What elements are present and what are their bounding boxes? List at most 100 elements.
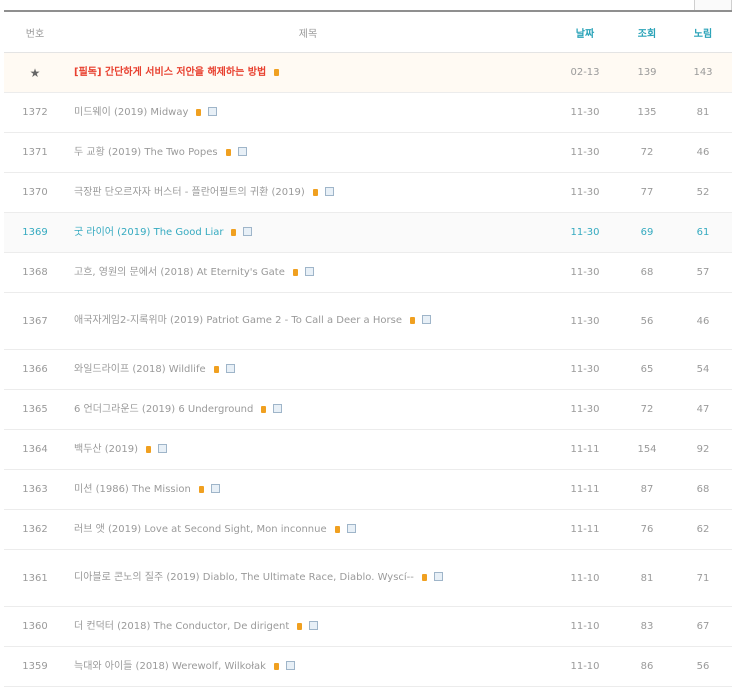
post-date: 11-10 (550, 646, 620, 687)
post-number: 1366 (4, 349, 66, 390)
board-table: 번호 제목 날짜 조회 노림 ★ [필독] 간단하게 서비스 저안을 해제하는 방… (4, 10, 732, 687)
column-header-subject: 제목 (66, 10, 550, 53)
post-subject-cell[interactable]: [필독] 간단하게 서비스 저안을 해제하는 방법 (66, 52, 550, 93)
image-attached-icon (225, 363, 235, 373)
table-row[interactable]: 1366 와일드라이프 (2018) Wildlife 11-30 65 54 (4, 349, 732, 390)
post-date: 11-11 (550, 509, 620, 550)
post-subject-cell[interactable]: 미션 (1986) The Mission (66, 469, 550, 510)
post-recommends: 61 (674, 212, 732, 253)
post-date: 11-10 (550, 549, 620, 607)
post-number: ★ (4, 52, 66, 93)
post-number: 1372 (4, 92, 66, 133)
post-title-link[interactable]: 두 교황 (2019) The Two Popes (74, 147, 218, 158)
post-subject-cell[interactable]: 와일드라이프 (2018) Wildlife (66, 349, 550, 390)
post-number: 1360 (4, 606, 66, 647)
table-row[interactable]: 1369 굿 라이어 (2019) The Good Liar 11-30 69 61 (4, 212, 732, 253)
image-attached-icon (158, 443, 168, 453)
table-row[interactable]: 1359 늑대와 아이들 (2018) Werewolf, Wilkołak 11-… (4, 646, 732, 687)
image-attached-icon (309, 620, 319, 630)
post-subject-cell[interactable]: 더 컨덕터 (2018) The Conductor, De dirigent (66, 606, 550, 647)
post-list: ★ [필독] 간단하게 서비스 저안을 해제하는 방법 02-13 139 143 137… (4, 52, 732, 687)
post-title-link[interactable]: 고흐, 영원의 문에서 (2018) At Eternity's Gate (74, 267, 285, 278)
post-date: 11-10 (550, 606, 620, 647)
post-recommends: 62 (674, 509, 732, 550)
post-title-link[interactable]: [필독] 간단하게 서비스 저안을 해제하는 방법 (74, 67, 266, 78)
post-subject-cell[interactable]: 애국자게임2-지록위마 (2019) Patriot Game 2 - To C… (66, 292, 550, 350)
post-title-link[interactable]: 러브 앳 (2019) Love at Second Sight, Mon in… (74, 524, 327, 535)
post-recommends: 68 (674, 469, 732, 510)
post-subject-cell[interactable]: 러브 앳 (2019) Love at Second Sight, Mon in… (66, 509, 550, 550)
post-number: 1361 (4, 549, 66, 607)
image-attached-icon (210, 483, 220, 493)
new-post-icon (421, 574, 427, 581)
post-title-link[interactable]: 더 컨덕터 (2018) The Conductor, De dirigent (74, 621, 289, 632)
post-hits: 81 (620, 549, 674, 607)
notice-row[interactable]: ★ [필독] 간단하게 서비스 저안을 해제하는 방법 02-13 139 143 (4, 52, 732, 93)
post-subject-cell[interactable]: 굿 라이어 (2019) The Good Liar (66, 212, 550, 253)
new-post-icon (273, 662, 279, 670)
image-attached-icon (285, 660, 295, 670)
table-row[interactable]: 1368 고흐, 영원의 문에서 (2018) At Eternity's Gat… (4, 252, 732, 293)
table-row[interactable]: 1361 디아블로 콘노의 질주 (2019) Diablo, The Ultim… (4, 549, 732, 607)
post-title-link[interactable]: 극장판 단오르자자 버스터 - 플란어필트의 귀환 (2019) (74, 187, 305, 198)
image-attached-icon (421, 315, 431, 324)
post-subject-cell[interactable]: 두 교황 (2019) The Two Popes (66, 132, 550, 173)
post-hits: 87 (620, 469, 674, 510)
table-row[interactable]: 1371 두 교황 (2019) The Two Popes 11-30 72 46 (4, 132, 732, 173)
post-subject-cell[interactable]: 백두산 (2019) (66, 429, 550, 470)
post-title-link[interactable]: 디아블로 콘노의 질주 (2019) Diablo, The Ultimate … (74, 572, 414, 583)
post-number: 1364 (4, 429, 66, 470)
post-title-link[interactable]: 와일드라이프 (2018) Wildlife (74, 364, 206, 375)
table-row[interactable]: 1360 더 컨덕터 (2018) The Conductor, De dirig… (4, 606, 732, 647)
post-title-link[interactable]: 6 언더그라운드 (2019) 6 Underground (74, 404, 253, 415)
post-title-link[interactable]: 백두산 (2019) (74, 444, 138, 455)
table-row[interactable]: 1367 애국자게임2-지록위마 (2019) Patriot Game 2 - … (4, 292, 732, 350)
post-subject-cell[interactable]: 디아블로 콘노의 질주 (2019) Diablo, The Ultimate … (66, 549, 550, 607)
post-date: 11-30 (550, 92, 620, 133)
table-header-row: 번호 제목 날짜 조회 노림 (4, 10, 732, 53)
post-hits: 83 (620, 606, 674, 647)
sort-by-date[interactable]: 날짜 (550, 10, 620, 53)
image-attached-icon (304, 266, 314, 276)
post-hits: 135 (620, 92, 674, 133)
post-subject-cell[interactable]: 미드웨이 (2019) Midway (66, 92, 550, 133)
sort-by-hits[interactable]: 조회 (620, 10, 674, 53)
post-date: 11-11 (550, 429, 620, 470)
post-recommends: 47 (674, 389, 732, 430)
sort-by-recommend[interactable]: 노림 (674, 10, 732, 53)
post-recommends: 56 (674, 646, 732, 687)
post-title-link[interactable]: 미드웨이 (2019) Midway (74, 107, 188, 118)
table-row[interactable]: 1362 러브 앳 (2019) Love at Second Sight, Mo… (4, 509, 732, 550)
new-post-icon (409, 317, 415, 324)
new-post-icon (196, 108, 202, 116)
post-subject-cell[interactable]: 늑대와 아이들 (2018) Werewolf, Wilkołak (66, 646, 550, 687)
table-row[interactable]: 1372 미드웨이 (2019) Midway 11-30 135 81 (4, 92, 732, 133)
table-row[interactable]: 1364 백두산 (2019) 11-11 154 92 (4, 429, 732, 470)
post-hits: 69 (620, 212, 674, 253)
table-row[interactable]: 1363 미션 (1986) The Mission 11-11 87 68 (4, 469, 732, 510)
table-row[interactable]: 1365 6 언더그라운드 (2019) 6 Underground 11-30 72… (4, 389, 732, 430)
post-recommends: 71 (674, 549, 732, 607)
post-subject-cell[interactable]: 6 언더그라운드 (2019) 6 Underground (66, 389, 550, 430)
new-post-icon (225, 148, 231, 156)
post-title-link[interactable]: 굿 라이어 (2019) The Good Liar (74, 227, 223, 238)
new-post-icon (292, 268, 298, 276)
post-title-link[interactable]: 미션 (1986) The Mission (74, 484, 191, 495)
post-title-link[interactable]: 늑대와 아이들 (2018) Werewolf, Wilkołak (74, 661, 266, 672)
post-hits: 56 (620, 292, 674, 350)
post-subject-cell[interactable]: 고흐, 영원의 문에서 (2018) At Eternity's Gate (66, 252, 550, 293)
new-post-icon (261, 405, 267, 413)
new-post-icon (274, 68, 280, 76)
post-hits: 68 (620, 252, 674, 293)
post-recommends: 92 (674, 429, 732, 470)
post-title-link[interactable]: 애국자게임2-지록위마 (2019) Patriot Game 2 - To C… (74, 315, 402, 326)
post-number: 1369 (4, 212, 66, 253)
post-number: 1368 (4, 252, 66, 293)
post-hits: 65 (620, 349, 674, 390)
post-number: 1370 (4, 172, 66, 213)
post-hits: 77 (620, 172, 674, 213)
table-row[interactable]: 1370 극장판 단오르자자 버스터 - 플란어필트의 귀환 (2019) 11-3… (4, 172, 732, 213)
post-subject-cell[interactable]: 극장판 단오르자자 버스터 - 플란어필트의 귀환 (2019) (66, 172, 550, 213)
new-post-icon (198, 485, 204, 493)
image-attached-icon (346, 523, 356, 533)
